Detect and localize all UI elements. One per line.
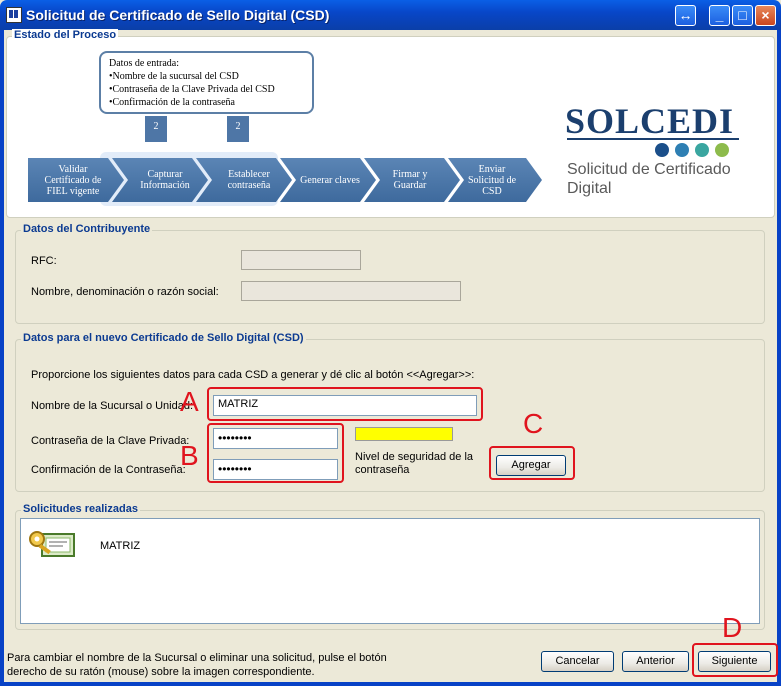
cancel-button[interactable]: Cancelar <box>541 651 614 672</box>
logo-dot <box>655 143 669 157</box>
maximize-button[interactable]: □ <box>732 5 753 26</box>
contribuyente-group-label: Datos del Contribuyente <box>21 223 153 235</box>
certificate-icon <box>29 531 75 557</box>
window-border-bottom <box>0 682 781 686</box>
callout-item: •Contraseña de la Clave Privada del CSD <box>109 84 275 95</box>
close-button[interactable]: × <box>755 5 776 26</box>
logo-subtitle-2: Digital <box>567 180 612 197</box>
confirm-label: Confirmación de la Contraseña: <box>31 464 186 476</box>
logo-dot <box>715 143 729 157</box>
csd-instructions: Proporcione los siguientes datos para ca… <box>31 369 475 381</box>
process-group-label: Estado del Proceso <box>12 29 119 41</box>
app-icon[interactable] <box>6 7 22 23</box>
step-badge: 2 <box>145 116 167 142</box>
window-border-left <box>0 30 4 686</box>
annotation-box-c <box>489 446 575 480</box>
nombre-field <box>241 281 461 301</box>
solicitudes-list[interactable] <box>20 518 760 624</box>
step-label-generar: Generar claves <box>300 174 360 186</box>
csd-group-label: Datos para el nuevo Certificado de Sello… <box>21 332 306 344</box>
list-item[interactable] <box>28 528 76 560</box>
footer-hint: Para cambiar el nombre de la Sucursal o … <box>7 652 387 678</box>
solcedi-logo: SOLCEDI <box>565 101 735 141</box>
callout-heading: Datos de entrada: <box>109 58 179 69</box>
step-label-capturar: Capturar Información <box>140 169 190 191</box>
back-button[interactable]: Anterior <box>622 651 689 672</box>
annotation-box-a <box>207 387 483 421</box>
nombre-label: Nombre, denominación o razón social: <box>31 286 219 298</box>
input-data-callout: Datos de entrada: •Nombre de la sucursal… <box>99 51 314 114</box>
callout-item: •Nombre de la sucursal del CSD <box>109 71 239 82</box>
annotation-box-b <box>207 423 344 483</box>
step-label-validar: Validar Certificado de FIEL vigente <box>44 163 102 197</box>
minimize-button[interactable]: _ <box>709 5 730 26</box>
annotation-letter-c: C <box>523 408 544 439</box>
step-label-enviar: Enviar Solicitud de CSD <box>467 163 517 197</box>
window-border-right <box>777 30 781 686</box>
annotation-letter-b: B <box>180 440 199 471</box>
rfc-label: RFC: <box>31 255 57 267</box>
annotation-letter-a: A <box>180 386 199 417</box>
rfc-field <box>241 250 361 270</box>
step-label-firmar: Firmar y Guardar <box>392 169 428 191</box>
callout-item: •Confirmación de la contraseña <box>109 97 235 108</box>
window-title: Solicitud de Certificado de Sello Digita… <box>26 7 330 23</box>
security-level-bar <box>355 427 453 441</box>
logo-dot <box>675 143 689 157</box>
solicitudes-group-label: Solicitudes realizadas <box>21 503 140 515</box>
password-label: Contraseña de la Clave Privada: <box>31 435 190 447</box>
sucursal-label: Nombre de la Sucursal o Unidad: <box>31 400 194 412</box>
annotation-letter-d: D <box>722 612 743 643</box>
restore-icon[interactable]: ↔ <box>675 5 696 26</box>
logo-dot <box>695 143 709 157</box>
list-item-label[interactable]: MATRIZ <box>100 540 140 552</box>
step-label-establecer: Establecer contraseña <box>227 169 271 191</box>
annotation-box-d <box>692 643 778 677</box>
logo-subtitle-1: Solicitud de Certificado <box>567 161 731 178</box>
contribuyente-group <box>15 230 765 324</box>
security-label: Nivel de seguridad de la contraseña <box>355 451 474 476</box>
step-badge: 2 <box>227 116 249 142</box>
logo-divider <box>567 138 739 140</box>
